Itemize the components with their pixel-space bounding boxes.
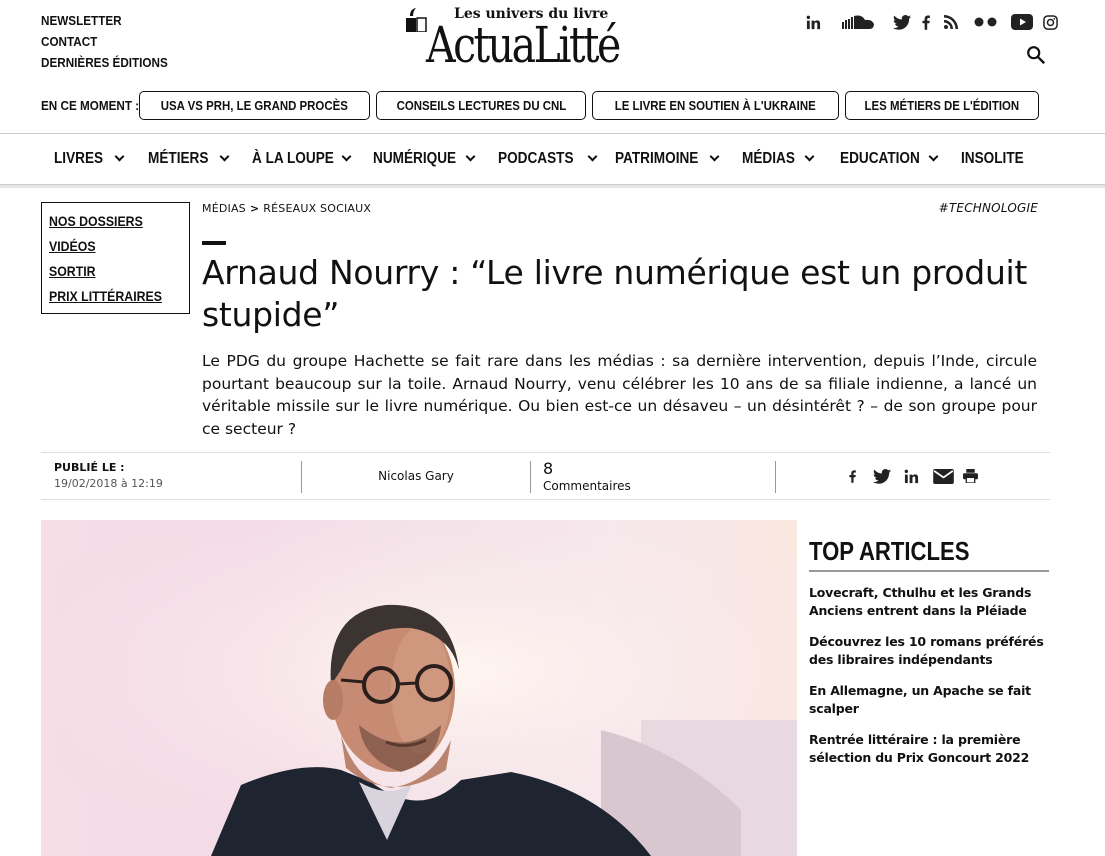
youtube-icon[interactable] [1010, 12, 1034, 32]
nav-divider [0, 185, 1105, 188]
flickr-icon[interactable] [974, 12, 998, 32]
social-links [804, 12, 1058, 32]
section-link-dossiers[interactable]: NOS DOSSIERS [49, 209, 172, 234]
chevron-down-icon [465, 151, 476, 162]
breadcrumb-medias[interactable]: MÉDIAS [202, 202, 246, 215]
chevron-down-icon [804, 151, 815, 162]
breadcrumb-separator: > [249, 202, 260, 215]
top-articles-heading: TOP ARTICLES [809, 536, 970, 566]
comments-label[interactable]: Commentaires [543, 479, 631, 493]
title-accent-bar [202, 241, 226, 245]
logo-wordmark: ActuaLitté [426, 16, 621, 74]
comments-count[interactable]: 8 [543, 459, 553, 478]
article-tag[interactable]: #TECHNOLOGIE [938, 201, 1038, 215]
meta-divider [530, 461, 531, 493]
section-menu: NOS DOSSIERS VIDÉOS SORTIR PRIX LITTÉRAI… [41, 202, 190, 314]
twitter-icon[interactable] [872, 466, 892, 486]
top-article-link[interactable]: Lovecraft, Cthulhu et les Grands Anciens… [809, 584, 1049, 620]
nav-item-metiers[interactable]: MÉTIERS [148, 134, 230, 184]
portrait-image [41, 520, 797, 856]
instagram-icon[interactable] [1042, 12, 1058, 32]
nav-item-medias[interactable]: MÉDIAS [742, 134, 815, 184]
linkedin-icon[interactable] [902, 466, 920, 486]
top-article-link[interactable]: En Allemagne, un Apache se fait scalper [809, 682, 1049, 718]
meta-divider [775, 461, 776, 493]
meta-divider [301, 461, 302, 493]
section-link-sortir[interactable]: SORTIR [49, 259, 172, 284]
top-articles-divider [809, 570, 1049, 572]
chevron-down-icon [709, 151, 720, 162]
soundcloud-icon[interactable] [842, 12, 876, 32]
breadcrumb-reseaux-sociaux[interactable]: RÉSEAUX SOCIAUX [263, 202, 371, 215]
facebook-icon[interactable] [846, 466, 858, 486]
share-buttons [846, 466, 978, 486]
trending-pill[interactable]: LE LIVRE EN SOUTIEN À L'UKRAINE [592, 91, 839, 120]
nav-item-insolite[interactable]: INSOLITE [961, 134, 1035, 184]
rss-icon[interactable] [944, 12, 958, 32]
contact-link[interactable]: CONTACT [41, 31, 168, 52]
trending-pill[interactable]: LES MÉTIERS DE L'ÉDITION [844, 91, 1039, 120]
linkedin-icon[interactable] [804, 12, 822, 32]
logo-mark-icon [406, 8, 427, 32]
trending-pill[interactable]: USA VS PRH, LE GRAND PROCÈS [139, 91, 370, 120]
section-link-videos[interactable]: VIDÉOS [49, 234, 172, 259]
nav-item-podcasts[interactable]: PODCASTS [498, 134, 598, 184]
breadcrumb: MÉDIAS > RÉSEAUX SOCIAUX [202, 202, 371, 215]
print-icon[interactable] [962, 466, 978, 486]
article-photo [41, 520, 797, 856]
trending-pill[interactable]: CONSEILS LECTURES DU CNL [375, 91, 587, 120]
nav-item-a-la-loupe[interactable]: À LA LOUPE [252, 134, 352, 184]
top-article-link[interactable]: Découvrez les 10 romans préférés des lib… [809, 633, 1049, 669]
trending-label: EN CE MOMENT : [41, 98, 140, 113]
article-meta: PUBLIÉ LE : 19/02/2018 à 12:19 Nicolas G… [41, 452, 1050, 500]
main-nav: LIVRES MÉTIERS À LA LOUPE NUMÉRIQUE PODC… [0, 133, 1105, 188]
facebook-icon[interactable] [920, 12, 932, 32]
chevron-down-icon [219, 151, 230, 162]
search-icon[interactable] [1025, 44, 1047, 66]
published-date: 19/02/2018 à 12:19 [54, 477, 163, 490]
article-title: Arnaud Nourry : “Le livre numérique est … [202, 253, 1028, 334]
email-icon[interactable] [932, 466, 954, 486]
chevron-down-icon [587, 151, 598, 162]
latest-editions-link[interactable]: DERNIÈRES ÉDITIONS [41, 52, 168, 73]
chevron-down-icon [114, 151, 125, 162]
top-articles: TOP ARTICLES Lovecraft, Cthulhu et les G… [809, 534, 1049, 780]
published-label: PUBLIÉ LE : [54, 461, 125, 474]
section-link-prix[interactable]: PRIX LITTÉRAIRES [49, 284, 172, 309]
nav-item-education[interactable]: EDUCATION [840, 134, 939, 184]
author-name[interactable]: Nicolas Gary [303, 453, 529, 499]
chevron-down-icon [928, 151, 939, 162]
newsletter-link[interactable]: NEWSLETTER [41, 10, 168, 31]
site-logo[interactable]: Les univers du livre ActuaLitté [404, 6, 686, 74]
top-links: NEWSLETTER CONTACT DERNIÈRES ÉDITIONS [41, 10, 182, 73]
chevron-down-icon [341, 151, 352, 162]
article-lede: Le PDG du groupe Hachette se fait rare d… [202, 352, 1037, 438]
top-article-link[interactable]: Rentrée littéraire : la première sélecti… [809, 731, 1049, 767]
nav-item-numerique[interactable]: NUMÉRIQUE [373, 134, 476, 184]
nav-item-livres[interactable]: LIVRES [54, 134, 125, 184]
trending-bar: EN CE MOMENT : USA VS PRH, LE GRAND PROC… [41, 91, 1045, 120]
nav-item-patrimoine[interactable]: PATRIMOINE [615, 134, 720, 184]
twitter-icon[interactable] [892, 12, 912, 32]
